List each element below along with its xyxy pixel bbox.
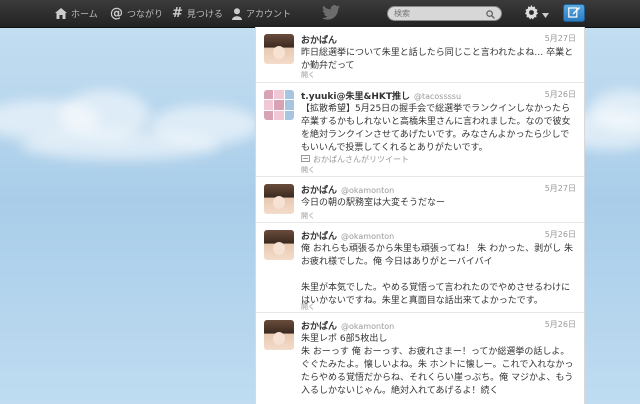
tweet-open-link[interactable]: 開く [301, 302, 315, 312]
nav-home-label: ホーム [71, 10, 98, 20]
tweet-author[interactable]: おかぱん @okamonton [301, 229, 394, 242]
tweet-open-link[interactable]: 開く [301, 70, 315, 80]
nav-account-label: アカウント [246, 10, 292, 20]
nav-account[interactable]: アカウント [232, 0, 291, 27]
tweet-author[interactable]: おかぱん [301, 33, 337, 46]
retweet-indicator[interactable]: おかぱんさんがリツイート [301, 154, 409, 165]
compose-button[interactable] [563, 4, 585, 22]
search-icon[interactable] [486, 9, 495, 22]
tweet-text: 朱里レポ 6部5枚出し 朱 おーっす 俺 おーっす、お疲れさまー！ってか総選挙の… [301, 334, 574, 396]
tweet-author[interactable]: おかぱん @okamonton [301, 319, 394, 332]
search-box[interactable] [387, 6, 502, 21]
tweet-open-link[interactable]: 開く [301, 211, 315, 221]
tweet-handle[interactable]: @okamonton [341, 322, 394, 331]
tweet-date[interactable]: 5月26日 [545, 229, 576, 240]
tweet[interactable]: おかぱん @okamonton 5月26日 俺 おれらも頑張るから朱里も頑張ってね… [256, 223, 584, 313]
tweet-author[interactable]: おかぱん @okamonton [301, 183, 394, 196]
compose-icon [568, 6, 580, 21]
avatar[interactable] [264, 184, 294, 214]
top-bar: ホーム @ つながり # 見つける アカウント [0, 0, 640, 28]
nav-discover-label: 見つける [186, 10, 223, 20]
tweet[interactable]: おかぱん @okamonton 5月27日 今日の朝の駅務室は大変そうだなー 開く [256, 177, 584, 223]
avatar[interactable] [264, 230, 294, 260]
tweet-text: 今日の朝の駅務室は大変そうだなー [301, 198, 446, 208]
timeline: おかぱん 5月27日 昨日総選挙について朱里と話したら同じこと言われたよね… 卒… [255, 27, 585, 404]
at-icon: @ [110, 6, 123, 21]
nav-home[interactable]: ホーム [55, 0, 98, 27]
tweet-handle[interactable]: @okamonton [341, 186, 394, 195]
tweet[interactable]: おかぱん 5月27日 昨日総選挙について朱里と話したら同じこと言われたよね… 卒… [256, 27, 584, 83]
retweet-label: おかぱんさんがリツイート [313, 155, 409, 164]
retweet-icon [301, 155, 310, 164]
tweet-handle[interactable]: @okamonton [341, 232, 394, 241]
tweet-date[interactable]: 5月26日 [545, 319, 576, 330]
tweet-date[interactable]: 5月27日 [545, 33, 576, 44]
avatar[interactable] [264, 34, 294, 64]
tweet-date[interactable]: 5月26日 [545, 89, 576, 100]
tweet[interactable]: おかぱん @okamonton 5月26日 朱里レポ 6部5枚出し 朱 おーっす … [256, 313, 584, 404]
tweet-text: 昨日総選挙について朱里と話したら同じこと言われたよね… 卒業とか勤弁だって [301, 48, 574, 71]
avatar[interactable] [264, 90, 294, 120]
nav-discover[interactable]: # 見つける [172, 0, 223, 27]
nav-connect-label: つながり [127, 10, 164, 20]
tweet-open-link[interactable]: 開く [301, 165, 315, 175]
twitter-bird-icon[interactable] [322, 5, 340, 23]
tweet-author[interactable]: t.yuuki@朱里&HKT推し @tacossssu [301, 89, 461, 102]
chevron-down-icon [542, 8, 549, 21]
tweet-text: 俺 おれらも頑張るから朱里も頑張ってね！ 朱 わかった、剥がし 朱 お疲れ様でし… [301, 244, 573, 306]
hash-icon: # [172, 6, 183, 21]
tweet[interactable]: t.yuuki@朱里&HKT推し @tacossssu 5月26日 【拡散希望】5… [256, 83, 584, 177]
home-icon [55, 8, 67, 19]
search-input[interactable] [394, 7, 482, 20]
settings-menu[interactable] [524, 5, 549, 23]
tweet-date[interactable]: 5月27日 [545, 183, 576, 194]
gear-icon [524, 5, 539, 23]
nav-connect[interactable]: @ つながり [110, 0, 163, 27]
tweet-text: 【拡散希望】5月25日の握手会で総選挙でランクインしなかったら卒業するかもしれな… [301, 104, 571, 153]
tweet-handle[interactable]: @tacossssu [414, 92, 461, 101]
avatar[interactable] [264, 320, 294, 350]
person-icon [232, 7, 242, 20]
